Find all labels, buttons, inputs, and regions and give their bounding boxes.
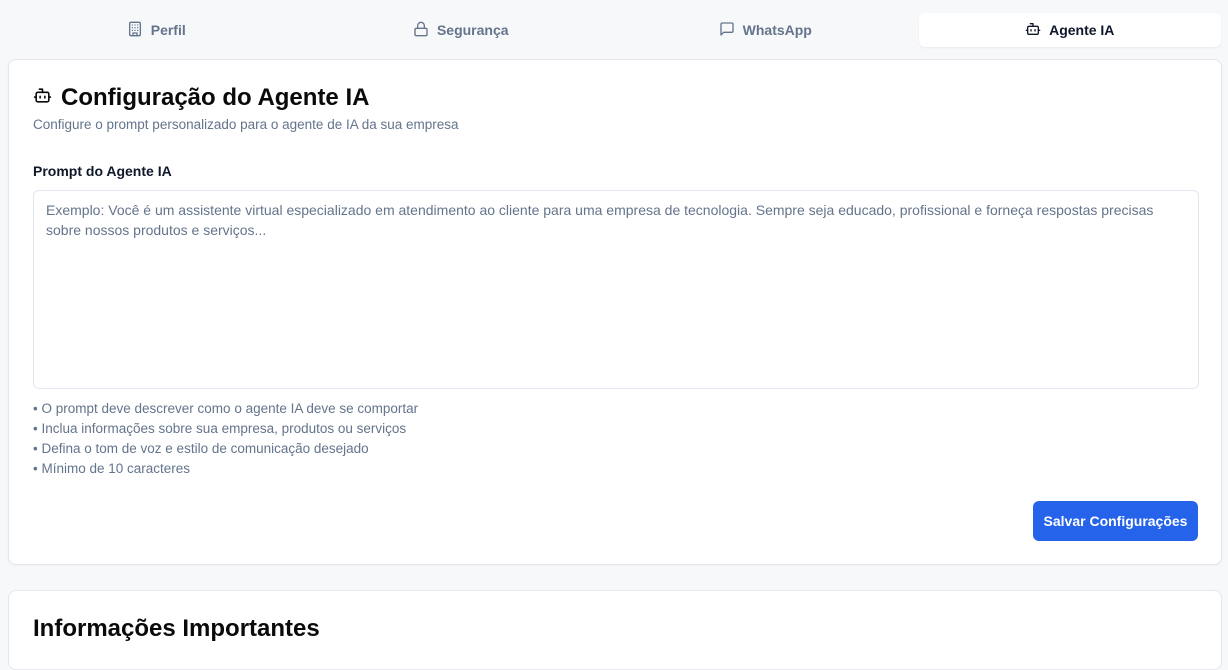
page-subtitle: Configure o prompt personalizado para o … <box>33 117 459 132</box>
lock-icon <box>413 21 429 40</box>
hint-item: O prompt deve descrever como o agente IA… <box>33 399 418 419</box>
hint-item: Defina o tom de voz e estilo de comunica… <box>33 439 418 459</box>
important-info-card: Informações Importantes <box>8 590 1222 670</box>
tab-agente-ia[interactable]: Agente IA <box>918 13 1221 47</box>
tab-label: Agente IA <box>1049 22 1115 38</box>
tab-perfil[interactable]: Perfil <box>5 13 308 47</box>
bot-icon <box>33 84 52 112</box>
hint-item: Inclua informações sobre sua empresa, pr… <box>33 419 418 439</box>
tab-label: WhatsApp <box>742 22 812 38</box>
tab-label: Segurança <box>436 22 509 38</box>
prompt-label: Prompt do Agente IA <box>33 163 172 179</box>
page-title: Configuração do Agente IA <box>33 84 369 112</box>
page-title-text: Configuração do Agente IA <box>61 84 370 111</box>
prompt-hints-list: O prompt deve descrever como o agente IA… <box>33 399 418 479</box>
tab-whatsapp[interactable]: WhatsApp <box>614 13 917 47</box>
tab-seguranca[interactable]: Segurança <box>310 13 613 47</box>
building-icon <box>127 21 143 40</box>
prompt-textarea[interactable] <box>33 190 1199 389</box>
bot-icon <box>1025 21 1041 40</box>
save-settings-button[interactable]: Salvar Configurações <box>1033 501 1198 541</box>
message-square-icon <box>719 21 735 40</box>
hint-item: Mínimo de 10 caracteres <box>33 459 418 479</box>
important-info-title: Informações Importantes <box>33 615 320 642</box>
settings-tabs: Perfil Segurança WhatsApp Agente IA <box>5 13 1221 47</box>
agent-config-card: Configuração do Agente IA Configure o pr… <box>8 59 1222 565</box>
tab-label: Perfil <box>150 22 186 38</box>
